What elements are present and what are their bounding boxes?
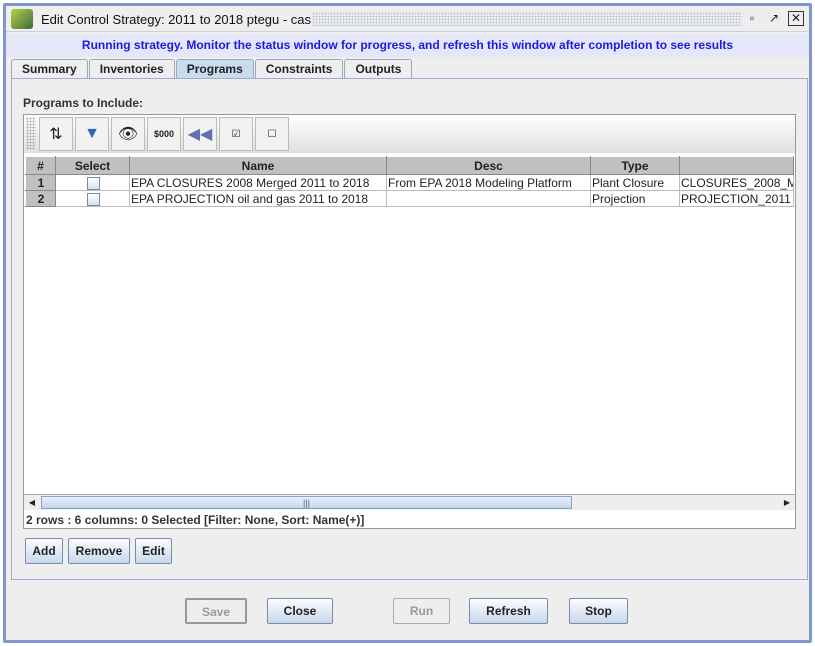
close-window-icon[interactable]: ✕ <box>788 11 804 26</box>
refresh-button[interactable]: Refresh <box>469 598 548 624</box>
save-button[interactable]: Save <box>185 598 247 624</box>
select-checkbox[interactable] <box>86 192 100 206</box>
cell-desc: From EPA 2018 Modeling Platform <box>386 174 591 191</box>
maximize-icon[interactable]: ↗ <box>766 11 782 26</box>
tab-bar: Summary Inventories Programs Constraints… <box>11 59 413 79</box>
programs-label: Programs to Include: <box>23 96 144 110</box>
remove-button[interactable]: Remove <box>68 538 130 564</box>
tab-outputs[interactable]: Outputs <box>344 59 413 79</box>
clear-selection-icon[interactable]: ☐ <box>255 117 289 151</box>
tab-summary[interactable]: Summary <box>11 59 88 79</box>
horizontal-scrollbar[interactable]: ◀ ||| ▶ <box>24 494 795 510</box>
toolbar-grip[interactable] <box>26 117 36 150</box>
add-button[interactable]: Add <box>25 538 63 564</box>
column-header-num[interactable]: # <box>25 156 56 175</box>
column-header-extra[interactable] <box>679 156 794 175</box>
reset-icon[interactable]: ◀◀ <box>183 117 217 151</box>
stop-button[interactable]: Stop <box>569 598 628 624</box>
cell-desc <box>386 190 591 207</box>
column-header-type[interactable]: Type <box>590 156 680 175</box>
tab-inventories[interactable]: Inventories <box>88 59 175 79</box>
cell-name: EPA PROJECTION oil and gas 2011 to 2018 <box>129 190 387 207</box>
cell-name: EPA CLOSURES 2008 Merged 2011 to 2018 <box>129 174 387 191</box>
scroll-thumb[interactable]: ||| <box>41 496 572 509</box>
table-row[interactable]: 1 EPA CLOSURES 2008 Merged 2011 to 2018 … <box>25 174 794 191</box>
scroll-right-icon[interactable]: ▶ <box>779 495 795 510</box>
title-bar[interactable]: Edit Control Strategy: 2011 to 2018 pteg… <box>6 6 809 32</box>
programs-table: # Select Name Desc Type 1 EPA CLOSURES 2… <box>25 156 794 207</box>
tab-programs[interactable]: Programs <box>175 59 254 79</box>
scroll-left-icon[interactable]: ◀ <box>24 495 40 510</box>
table-status: 2 rows : 6 columns: 0 Selected [Filter: … <box>26 513 365 527</box>
select-all-icon[interactable]: ☑ <box>219 117 253 151</box>
run-button[interactable]: Run <box>393 598 450 624</box>
app-icon <box>11 9 33 29</box>
table-toolbar: ⇅ ▼ 👁 $000 ◀◀ ☑ ☐ <box>24 115 795 153</box>
row-number: 1 <box>25 174 56 191</box>
column-header-select[interactable]: Select <box>55 156 130 175</box>
column-header-name[interactable]: Name <box>129 156 387 175</box>
window-title: Edit Control Strategy: 2011 to 2018 pteg… <box>41 12 312 27</box>
status-message: Running strategy. Monitor the status win… <box>6 34 809 57</box>
row-number: 2 <box>25 190 56 207</box>
table-row[interactable]: 2 EPA PROJECTION oil and gas 2011 to 201… <box>25 190 794 207</box>
programs-panel: Programs to Include: ⇅ ▼ 👁 $000 ◀◀ ☑ ☐ #… <box>11 78 808 580</box>
filter-icon[interactable]: ▼ <box>75 117 109 151</box>
sort-icon[interactable]: ⇅ <box>39 117 73 151</box>
edit-control-strategy-window: Edit Control Strategy: 2011 to 2018 pteg… <box>3 3 812 643</box>
view-icon[interactable]: 👁 <box>111 117 145 151</box>
column-header-desc[interactable]: Desc <box>386 156 591 175</box>
format-icon[interactable]: $000 <box>147 117 181 151</box>
cell-type: Projection <box>590 190 680 207</box>
cell-extra: PROJECTION_2011 <box>679 190 794 207</box>
close-button[interactable]: Close <box>267 598 333 624</box>
title-grip <box>312 12 742 26</box>
edit-button[interactable]: Edit <box>135 538 172 564</box>
cell-extra: CLOSURES_2008_M <box>679 174 794 191</box>
table-header: # Select Name Desc Type <box>25 156 794 175</box>
cell-type: Plant Closure <box>590 174 680 191</box>
select-checkbox[interactable] <box>86 176 100 190</box>
tab-constraints[interactable]: Constraints <box>254 59 344 79</box>
minimize-icon[interactable]: ▫ <box>744 11 760 26</box>
programs-table-frame: ⇅ ▼ 👁 $000 ◀◀ ☑ ☐ # Select Name Desc Typ… <box>23 114 796 529</box>
